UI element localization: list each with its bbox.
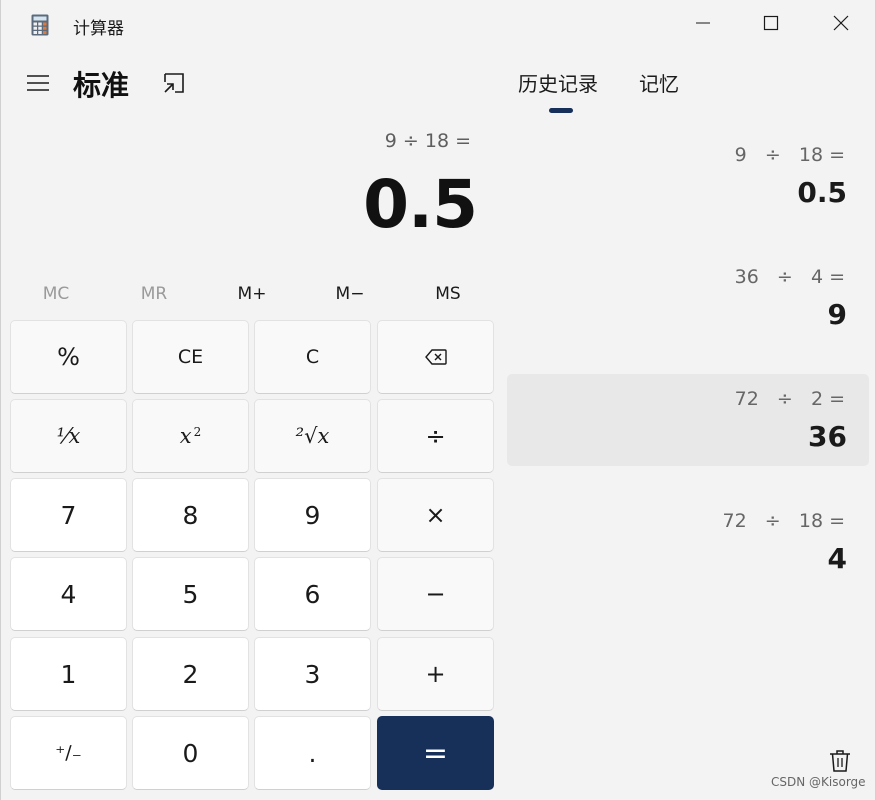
memory-subtract-button[interactable]: M− <box>305 276 395 312</box>
history-item[interactable]: 36 ÷ 4 = 9 <box>507 252 869 344</box>
expression-display: 9 ÷ 18 = <box>384 130 471 152</box>
square-exponent: 2 <box>193 425 202 439</box>
history-result: 0.5 <box>797 176 847 209</box>
keep-on-top-button[interactable] <box>157 68 191 102</box>
equals-button[interactable]: = <box>377 716 494 790</box>
history-expression: 9 ÷ 18 = <box>734 144 845 166</box>
window-title: 计算器 <box>73 19 124 39</box>
digit-2-button[interactable]: 2 <box>132 637 249 711</box>
square-root-button[interactable]: ²√x <box>254 399 371 473</box>
history-item[interactable]: 9 ÷ 18 = 0.5 <box>507 130 869 222</box>
watermark: CSDN @Kisorge <box>771 775 866 789</box>
percent-button[interactable]: % <box>10 320 127 394</box>
keep-on-top-icon <box>162 71 186 99</box>
digit-7-button[interactable]: 7 <box>10 478 127 552</box>
digit-4-button[interactable]: 4 <box>10 557 127 631</box>
digit-9-button[interactable]: 9 <box>254 478 371 552</box>
calculator-icon <box>31 14 49 36</box>
divide-button[interactable]: ÷ <box>377 399 494 473</box>
history-result: 4 <box>827 542 847 575</box>
result-display: 0.5 <box>363 166 478 243</box>
add-button[interactable]: + <box>377 637 494 711</box>
history-result: 36 <box>808 420 847 453</box>
multiply-button[interactable]: × <box>377 478 494 552</box>
digit-8-button[interactable]: 8 <box>132 478 249 552</box>
backspace-button[interactable] <box>377 320 494 394</box>
memory-store-button[interactable]: MS <box>403 276 493 312</box>
tab-history[interactable]: 历史记录 <box>518 68 598 97</box>
history-result: 9 <box>827 298 847 331</box>
trash-icon <box>829 749 851 777</box>
memory-clear-button[interactable]: MC <box>11 276 101 312</box>
digit-6-button[interactable]: 6 <box>254 557 371 631</box>
square-base: x <box>179 424 192 448</box>
history-item[interactable]: 72 ÷ 2 = 36 <box>507 374 869 466</box>
mode-title: 标准 <box>73 69 130 102</box>
reciprocal-button[interactable]: ⅟x <box>10 399 127 473</box>
decimal-button[interactable]: . <box>254 716 371 790</box>
digit-0-button[interactable]: 0 <box>132 716 249 790</box>
subtract-button[interactable]: − <box>377 557 494 631</box>
active-tab-indicator <box>549 108 573 113</box>
navigation-menu-button[interactable] <box>21 68 55 102</box>
backspace-icon <box>424 343 447 371</box>
negate-button[interactable]: ⁺∕₋ <box>10 716 127 790</box>
clear-entry-button[interactable]: CE <box>132 320 249 394</box>
close-icon <box>833 15 849 35</box>
title-bar[interactable]: 计算器 <box>1 0 876 50</box>
history-item[interactable]: 72 ÷ 18 = 4 <box>507 496 869 588</box>
minimize-button[interactable] <box>669 0 737 50</box>
history-expression: 72 ÷ 2 = <box>734 388 845 410</box>
calculator-window: 计算器 标准 历史记录 记忆 9 ÷ 18 = 0.5 MC MR M+ M− … <box>0 0 876 800</box>
memory-recall-button[interactable]: MR <box>109 276 199 312</box>
history-expression: 36 ÷ 4 = <box>734 266 845 288</box>
digit-5-button[interactable]: 5 <box>132 557 249 631</box>
clear-button[interactable]: C <box>254 320 371 394</box>
tab-memory[interactable]: 记忆 <box>639 68 679 97</box>
digit-3-button[interactable]: 3 <box>254 637 371 711</box>
history-expression: 72 ÷ 18 = <box>722 510 845 532</box>
close-button[interactable] <box>807 0 875 50</box>
maximize-icon <box>763 15 779 35</box>
hamburger-menu-icon <box>27 74 49 96</box>
memory-add-button[interactable]: M+ <box>207 276 297 312</box>
square-button[interactable]: x2 <box>132 399 249 473</box>
minimize-icon <box>695 15 711 35</box>
maximize-button[interactable] <box>737 0 805 50</box>
digit-1-button[interactable]: 1 <box>10 637 127 711</box>
